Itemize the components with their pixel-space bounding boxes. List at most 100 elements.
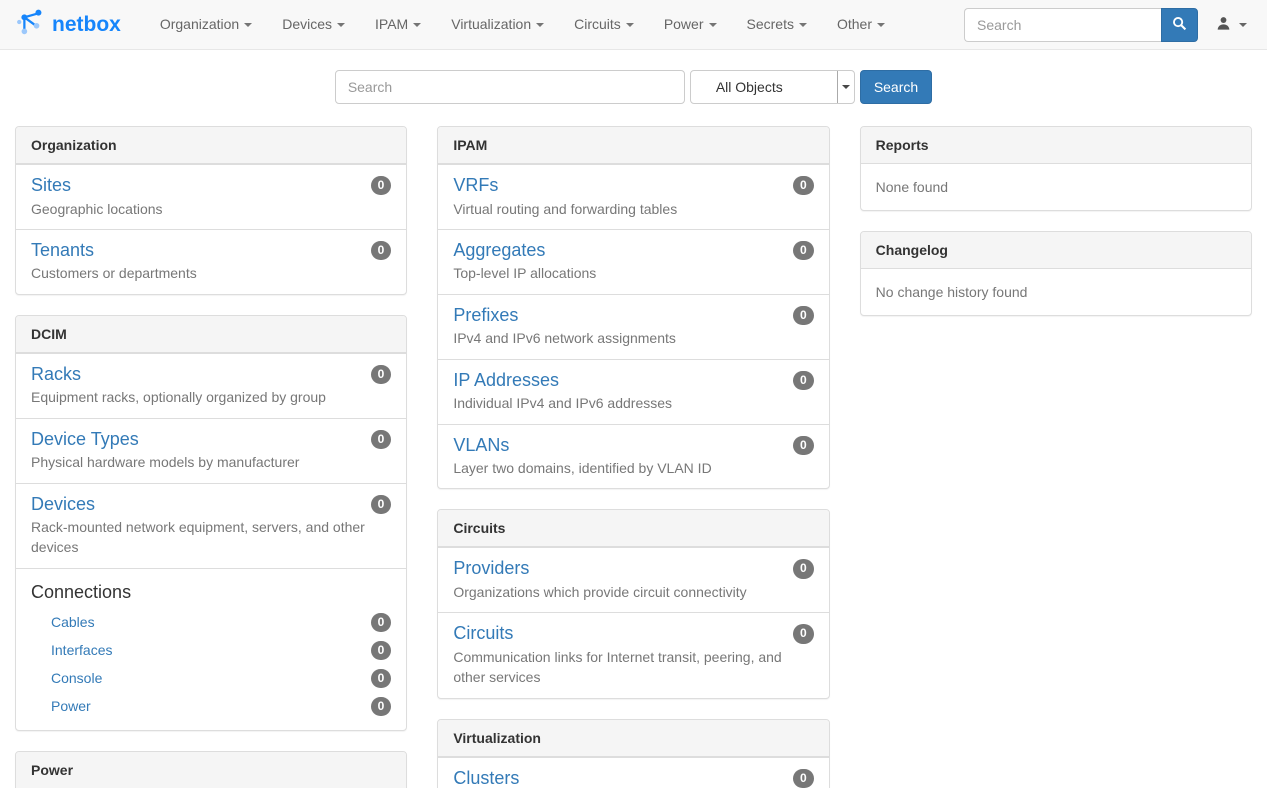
item-description: Layer two domains, identified by VLAN ID (453, 458, 813, 478)
panel-heading-reports: Reports (861, 127, 1251, 164)
changelog-empty-text: No change history found (861, 269, 1251, 315)
panel-heading-ipam: IPAM (438, 127, 828, 164)
nav-menu-other[interactable]: Other (822, 0, 900, 49)
user-icon (1216, 16, 1231, 34)
chevron-down-icon (1239, 23, 1247, 27)
count-badge: 0 (793, 241, 814, 260)
panel-ipam: IPAM VRFs 0 Virtual routing and forwardi… (437, 126, 829, 489)
link-tenants[interactable]: Tenants (31, 240, 94, 262)
panel-heading-circuits: Circuits (438, 510, 828, 547)
count-badge: 0 (793, 371, 814, 390)
list-item-circuits: Circuits 0 Communication links for Inter… (438, 612, 828, 697)
item-description: Organizations which provide circuit conn… (453, 582, 813, 602)
global-search-button[interactable]: Search (860, 70, 932, 104)
selected-object-type: All Objects (691, 79, 783, 95)
chevron-down-icon (413, 23, 421, 27)
object-type-select[interactable]: All Objects (690, 70, 855, 104)
global-search-form: All Objects Search (0, 50, 1267, 126)
dashboard-grid: Organization Sites 0 Geographic location… (0, 126, 1267, 788)
link-power-connections[interactable]: Power (51, 698, 91, 714)
list-item-clusters: Clusters 0 (438, 757, 828, 788)
list-item-sites: Sites 0 Geographic locations (16, 164, 406, 229)
link-prefixes[interactable]: Prefixes (453, 305, 518, 327)
panel-heading-power: Power (16, 752, 406, 788)
connections-heading: Connections (31, 581, 391, 604)
count-badge: 0 (793, 769, 814, 788)
panel-virtualization: Virtualization Clusters 0 (437, 719, 829, 788)
chevron-down-icon (337, 23, 345, 27)
panel-dcim: DCIM Racks 0 Equipment racks, optionally… (15, 315, 407, 731)
top-navbar: netbox Organization Devices IPAM Virtual… (0, 0, 1267, 50)
list-item-racks: Racks 0 Equipment racks, optionally orga… (16, 353, 406, 418)
navbar-search-button[interactable] (1161, 8, 1198, 42)
nav-menu-virtualization[interactable]: Virtualization (436, 0, 559, 49)
list-item-vrfs: VRFs 0 Virtual routing and forwarding ta… (438, 164, 828, 229)
panel-changelog: Changelog No change history found (860, 231, 1252, 316)
column-middle: IPAM VRFs 0 Virtual routing and forwardi… (437, 126, 829, 788)
item-description: Individual IPv4 and IPv6 addresses (453, 393, 813, 413)
link-circuits[interactable]: Circuits (453, 623, 513, 645)
brand-text: netbox (52, 13, 121, 37)
count-badge: 0 (793, 306, 814, 325)
nav-menu-ipam[interactable]: IPAM (360, 0, 436, 49)
nav-menu-circuits[interactable]: Circuits (559, 0, 649, 49)
item-description: Top-level IP allocations (453, 263, 813, 283)
select-arrow-icon (837, 71, 854, 103)
global-search-input[interactable] (335, 70, 685, 104)
list-item-tenants: Tenants 0 Customers or departments (16, 229, 406, 294)
count-badge: 0 (793, 624, 814, 643)
list-item-connections: Connections Cables 0 Interfaces 0 Consol… (16, 568, 406, 730)
nav-menu-secrets[interactable]: Secrets (732, 0, 822, 49)
user-menu[interactable] (1198, 16, 1267, 34)
count-badge: 0 (371, 613, 392, 632)
navbar-search-input[interactable] (964, 8, 1161, 42)
link-aggregates[interactable]: Aggregates (453, 240, 545, 262)
list-item-ip-addresses: IP Addresses 0 Individual IPv4 and IPv6 … (438, 359, 828, 424)
link-sites[interactable]: Sites (31, 175, 71, 197)
item-description: Rack-mounted network equipment, servers,… (31, 517, 391, 558)
main-menu: Organization Devices IPAM Virtualization… (145, 0, 900, 49)
link-interfaces[interactable]: Interfaces (51, 642, 112, 658)
count-badge: 0 (793, 559, 814, 578)
item-description: Customers or departments (31, 263, 391, 283)
link-vrfs[interactable]: VRFs (453, 175, 498, 197)
connections-row-console: Console 0 (31, 664, 391, 692)
column-left: Organization Sites 0 Geographic location… (15, 126, 407, 788)
chevron-down-icon (244, 23, 252, 27)
link-device-types[interactable]: Device Types (31, 429, 139, 451)
panel-heading-changelog: Changelog (861, 232, 1251, 269)
item-description: IPv4 and IPv6 network assignments (453, 328, 813, 348)
search-icon (1172, 16, 1187, 34)
netbox-logo-icon (15, 7, 45, 43)
link-devices[interactable]: Devices (31, 494, 95, 516)
netbox-brand[interactable]: netbox (15, 7, 121, 43)
panel-heading-dcim: DCIM (16, 316, 406, 353)
navbar-search (964, 8, 1198, 42)
link-vlans[interactable]: VLANs (453, 435, 509, 457)
column-right: Reports None found Changelog No change h… (860, 126, 1252, 788)
nav-menu-organization[interactable]: Organization (145, 0, 267, 49)
link-ip-addresses[interactable]: IP Addresses (453, 370, 559, 392)
chevron-down-icon (709, 23, 717, 27)
nav-menu-power[interactable]: Power (649, 0, 732, 49)
count-badge: 0 (793, 436, 814, 455)
count-badge: 0 (371, 641, 392, 660)
panel-organization: Organization Sites 0 Geographic location… (15, 126, 407, 295)
link-cables[interactable]: Cables (51, 614, 95, 630)
count-badge: 0 (371, 176, 392, 195)
chevron-down-icon (877, 23, 885, 27)
link-console[interactable]: Console (51, 670, 102, 686)
list-item-prefixes: Prefixes 0 IPv4 and IPv6 network assignm… (438, 294, 828, 359)
link-racks[interactable]: Racks (31, 364, 81, 386)
panel-power: Power (15, 751, 407, 788)
nav-menu-devices[interactable]: Devices (267, 0, 360, 49)
link-clusters[interactable]: Clusters (453, 768, 519, 788)
connections-row-interfaces: Interfaces 0 (31, 636, 391, 664)
link-providers[interactable]: Providers (453, 558, 529, 580)
panel-reports: Reports None found (860, 126, 1252, 211)
count-badge: 0 (371, 430, 392, 449)
list-item-vlans: VLANs 0 Layer two domains, identified by… (438, 424, 828, 489)
chevron-down-icon (626, 23, 634, 27)
item-description: Communication links for Internet transit… (453, 647, 813, 688)
item-description: Geographic locations (31, 199, 391, 219)
